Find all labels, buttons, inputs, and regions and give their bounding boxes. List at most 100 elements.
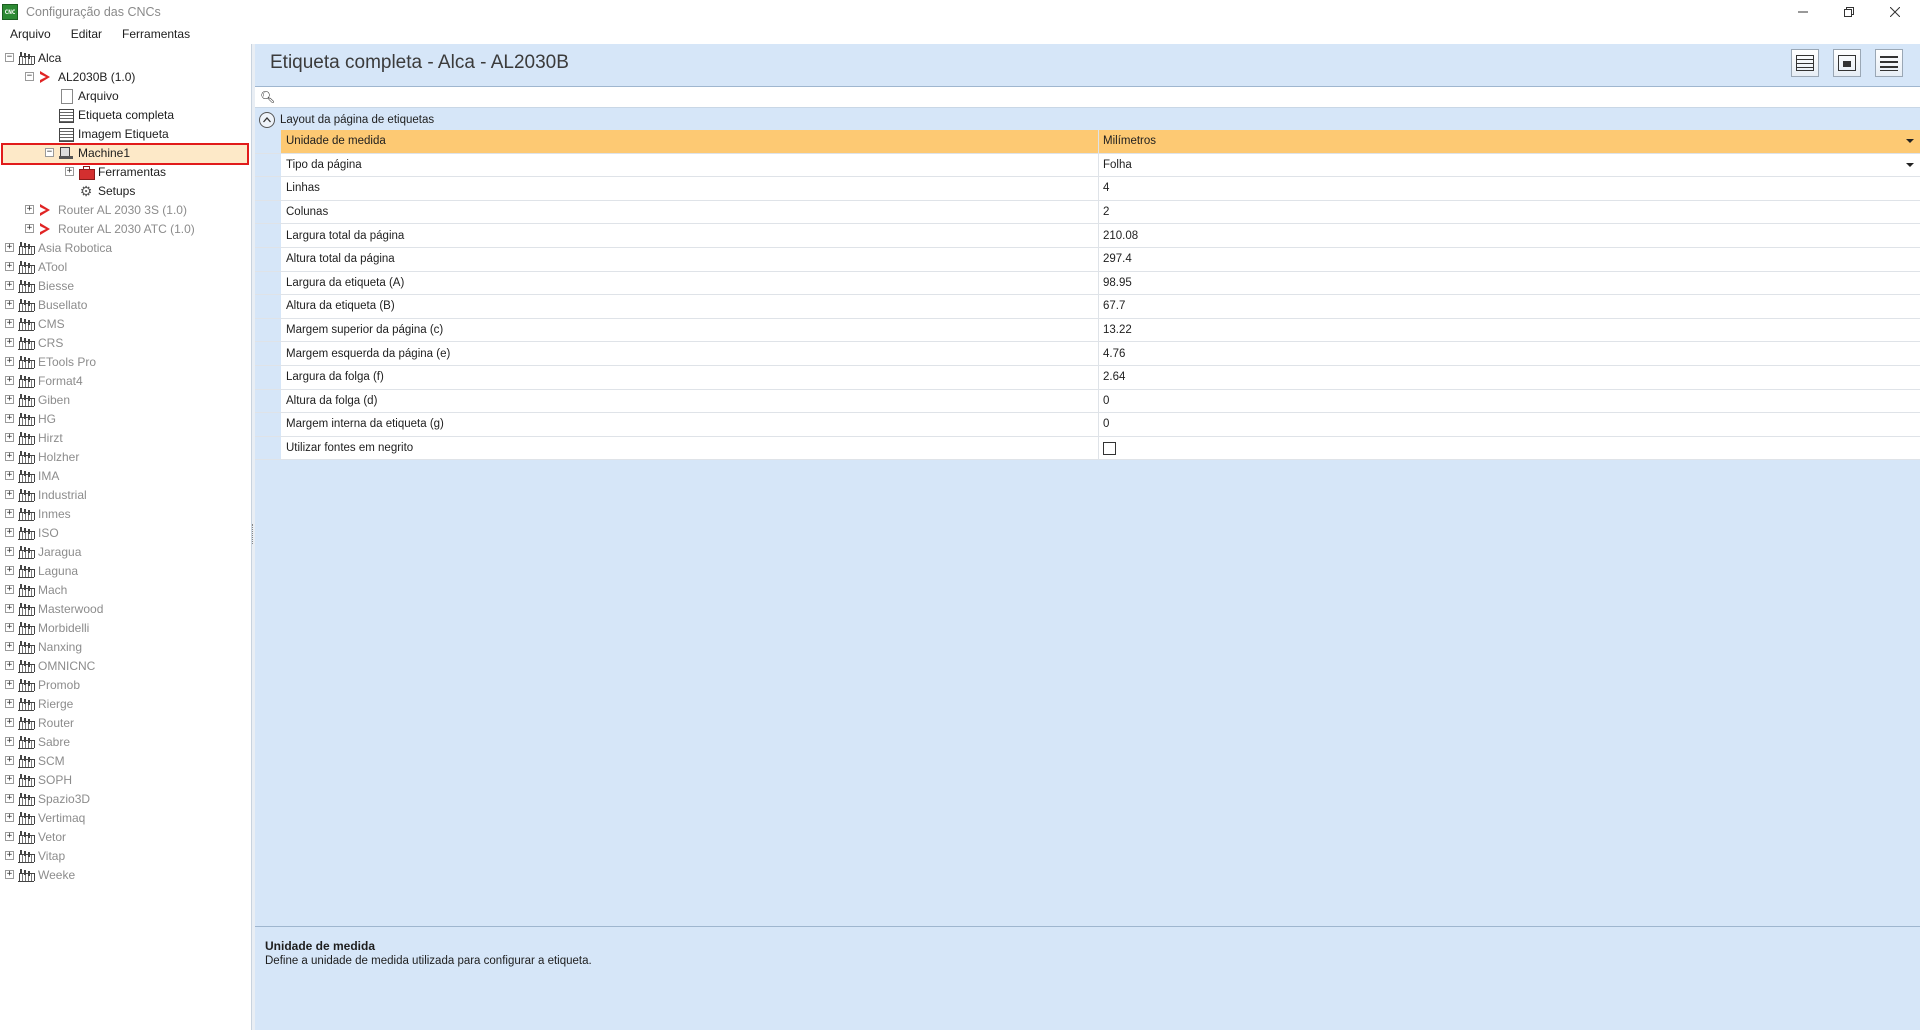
tree-node[interactable]: + CRS bbox=[5, 333, 63, 352]
tree-node[interactable]: + Masterwood bbox=[5, 599, 103, 618]
expand-icon[interactable]: + bbox=[25, 205, 34, 214]
dropdown-arrow-icon[interactable] bbox=[1906, 162, 1914, 167]
tree-node[interactable]: + Inmes bbox=[5, 504, 71, 523]
collapse-icon[interactable]: − bbox=[25, 72, 34, 81]
bold-fonts-checkbox[interactable] bbox=[1103, 441, 1116, 455]
tree-node[interactable]: + Hirzt bbox=[5, 428, 63, 447]
tree-node[interactable]: + Busellato bbox=[5, 295, 87, 314]
tree-node[interactable]: − Alca bbox=[5, 48, 61, 67]
property-value[interactable]: 0 bbox=[1099, 413, 1920, 436]
collapse-icon[interactable]: − bbox=[5, 53, 14, 62]
tree-node[interactable]: − AL2030B (1.0) bbox=[25, 67, 135, 86]
tree-node[interactable]: + Sabre bbox=[5, 732, 70, 751]
property-row[interactable]: Altura da folga (d) 0 bbox=[255, 389, 1920, 414]
property-value[interactable]: 13.22 bbox=[1099, 319, 1920, 342]
tree-node[interactable]: + Router AL 2030 ATC (1.0) bbox=[25, 219, 195, 238]
expand-icon[interactable]: + bbox=[5, 509, 14, 518]
tree-node[interactable]: + OMNICNC bbox=[5, 656, 95, 675]
expand-icon[interactable]: + bbox=[5, 794, 14, 803]
dropdown-arrow-icon[interactable] bbox=[1906, 139, 1914, 143]
tree-node[interactable]: + Vitap bbox=[5, 846, 65, 865]
expand-icon[interactable]: + bbox=[5, 528, 14, 537]
tree-node[interactable]: + ETools Pro bbox=[5, 352, 96, 371]
expand-icon[interactable]: + bbox=[5, 585, 14, 594]
tree-node[interactable]: + Asia Robotica bbox=[5, 238, 112, 257]
tree-node[interactable]: + Weeke bbox=[5, 865, 75, 884]
expand-icon[interactable]: + bbox=[5, 414, 14, 423]
tree-node[interactable]: + Format4 bbox=[5, 371, 83, 390]
view-image-button[interactable] bbox=[1833, 49, 1861, 77]
expand-icon[interactable]: + bbox=[5, 775, 14, 784]
property-row[interactable]: Altura total da página 297.4 bbox=[255, 247, 1920, 272]
tree-node[interactable]: + Spazio3D bbox=[5, 789, 90, 808]
tree-node[interactable]: + IMA bbox=[5, 466, 59, 485]
tree-node[interactable]: + Nanxing bbox=[5, 637, 82, 656]
tree-node[interactable]: + Industrial bbox=[5, 485, 87, 504]
expand-icon[interactable]: + bbox=[5, 737, 14, 746]
tree-node[interactable]: + Laguna bbox=[5, 561, 78, 580]
expand-icon[interactable]: + bbox=[5, 813, 14, 822]
expand-icon[interactable]: + bbox=[5, 547, 14, 556]
expand-icon[interactable]: + bbox=[5, 870, 14, 879]
expand-icon[interactable]: + bbox=[5, 490, 14, 499]
tree-node[interactable]: + HG bbox=[5, 409, 56, 428]
property-value[interactable]: 98.95 bbox=[1099, 272, 1920, 295]
expand-icon[interactable]: + bbox=[5, 832, 14, 841]
property-value[interactable]: 2 bbox=[1099, 201, 1920, 224]
property-value[interactable]: 210.08 bbox=[1099, 224, 1920, 247]
expand-icon[interactable]: + bbox=[5, 566, 14, 575]
tree-node[interactable]: + Jaragua bbox=[5, 542, 81, 561]
menu-ferramentas[interactable]: Ferramentas bbox=[112, 27, 200, 41]
expand-icon[interactable]: + bbox=[5, 851, 14, 860]
property-row[interactable]: Margem esquerda da página (e) 4.76 bbox=[255, 342, 1920, 366]
expand-icon[interactable]: + bbox=[5, 756, 14, 765]
tree-node[interactable]: + SCM bbox=[5, 751, 65, 770]
expand-icon[interactable]: + bbox=[5, 433, 14, 442]
property-row[interactable]: Margem interna da etiqueta (g) 0 bbox=[255, 413, 1920, 437]
menu-editar[interactable]: Editar bbox=[61, 27, 112, 41]
tree-node[interactable]: Imagem Etiqueta bbox=[45, 124, 169, 143]
expand-icon[interactable]: + bbox=[5, 395, 14, 404]
collapse-category-icon[interactable] bbox=[259, 112, 275, 128]
expand-icon[interactable]: + bbox=[25, 224, 34, 233]
expand-icon[interactable]: + bbox=[5, 376, 14, 385]
restore-button[interactable] bbox=[1826, 0, 1872, 24]
property-value[interactable]: Folha bbox=[1099, 154, 1920, 177]
property-row[interactable]: Largura da folga (f) 2.64 bbox=[255, 365, 1920, 390]
tree-node[interactable]: + Morbidelli bbox=[5, 618, 89, 637]
expand-icon[interactable]: + bbox=[5, 357, 14, 366]
collapse-icon[interactable]: − bbox=[45, 148, 54, 157]
expand-icon[interactable]: + bbox=[5, 243, 14, 252]
property-value[interactable]: 67.7 bbox=[1099, 295, 1920, 318]
tree-node[interactable]: + Holzher bbox=[5, 447, 79, 466]
property-value[interactable] bbox=[1099, 437, 1920, 460]
property-value[interactable]: Milímetros bbox=[1099, 130, 1920, 153]
property-row[interactable]: Altura da etiqueta (B) 67.7 bbox=[255, 295, 1920, 319]
tree-node[interactable]: ⚙ Setups bbox=[65, 181, 136, 200]
expand-icon[interactable]: + bbox=[5, 718, 14, 727]
property-row[interactable]: Unidade de medida Milímetros bbox=[255, 130, 1920, 154]
expand-icon[interactable]: + bbox=[65, 167, 74, 176]
expand-icon[interactable]: + bbox=[5, 623, 14, 632]
expand-icon[interactable]: + bbox=[5, 604, 14, 613]
tree-node[interactable]: − Machine1 bbox=[45, 143, 130, 162]
tree-node[interactable]: + Giben bbox=[5, 390, 70, 409]
tree-node[interactable]: Arquivo bbox=[45, 86, 119, 105]
property-row[interactable]: Margem superior da página (c) 13.22 bbox=[255, 318, 1920, 343]
property-row[interactable]: Tipo da página Folha bbox=[255, 153, 1920, 178]
minimize-button[interactable] bbox=[1780, 0, 1826, 24]
tree-node[interactable]: + ATool bbox=[5, 257, 67, 276]
expand-icon[interactable]: + bbox=[5, 452, 14, 461]
expand-icon[interactable]: + bbox=[5, 699, 14, 708]
property-value[interactable]: 2.64 bbox=[1099, 366, 1920, 389]
menu-arquivo[interactable]: Arquivo bbox=[0, 27, 61, 41]
tree-node[interactable]: + Ferramentas bbox=[65, 162, 166, 181]
expand-icon[interactable]: + bbox=[5, 642, 14, 651]
expand-icon[interactable]: + bbox=[5, 471, 14, 480]
view-text-button[interactable] bbox=[1875, 49, 1903, 77]
expand-icon[interactable]: + bbox=[5, 281, 14, 290]
property-row[interactable]: Colunas 2 bbox=[255, 200, 1920, 225]
tree-node[interactable]: + Vetor bbox=[5, 827, 66, 846]
property-value[interactable]: 297.4 bbox=[1099, 248, 1920, 271]
tree-node[interactable]: + Router AL 2030 3S (1.0) bbox=[25, 200, 187, 219]
